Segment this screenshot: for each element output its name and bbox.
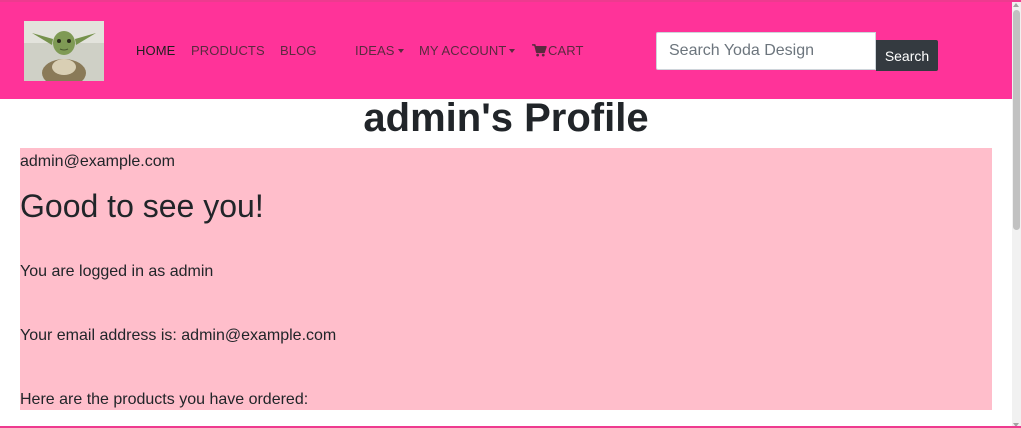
- nav-cart-label: CART: [548, 43, 584, 58]
- nav-my-account-dropdown[interactable]: MY ACCOUNT: [419, 43, 516, 58]
- nav-products-link[interactable]: PRODUCTS: [191, 43, 265, 58]
- profile-email-header: admin@example.com: [20, 153, 175, 170]
- nav-ideas-dropdown[interactable]: IDEAS: [355, 43, 404, 58]
- greeting-heading: Good to see you!: [20, 188, 264, 224]
- nav-my-account-label: MY ACCOUNT: [419, 43, 507, 58]
- email-text: Your email address is: admin@example.com: [20, 327, 337, 344]
- yoda-image: [24, 21, 104, 81]
- orders-text: Here are the products you have ordered:: [20, 391, 309, 408]
- yoda-logo[interactable]: [24, 21, 104, 81]
- scroll-up-icon[interactable]: [1013, 3, 1019, 7]
- scrollbar-thumb[interactable]: [1013, 10, 1020, 230]
- nav-blog-link[interactable]: BLOG: [280, 43, 317, 58]
- nav-ideas-label: IDEAS: [355, 43, 395, 58]
- browser-viewport: HOME PRODUCTS BLOG IDEAS MY ACCOUNT CART…: [0, 0, 1021, 428]
- page-title: admin's Profile: [363, 96, 649, 140]
- logged-in-text: You are logged in as admin: [20, 263, 214, 280]
- navbar: HOME PRODUCTS BLOG IDEAS MY ACCOUNT CART…: [0, 2, 1012, 99]
- nav-home-link[interactable]: HOME: [136, 43, 175, 58]
- search-input[interactable]: [656, 32, 876, 70]
- profile-panel: admin@example.com Good to see you! You a…: [20, 148, 992, 410]
- nav-cart-link[interactable]: CART: [532, 43, 584, 58]
- vertical-scrollbar[interactable]: [1012, 2, 1021, 426]
- search-button[interactable]: Search: [876, 40, 938, 71]
- cart-icon: [532, 44, 547, 57]
- scroll-down-icon[interactable]: [1013, 423, 1019, 426]
- chevron-down-icon: [509, 49, 516, 53]
- chevron-down-icon: [397, 49, 404, 53]
